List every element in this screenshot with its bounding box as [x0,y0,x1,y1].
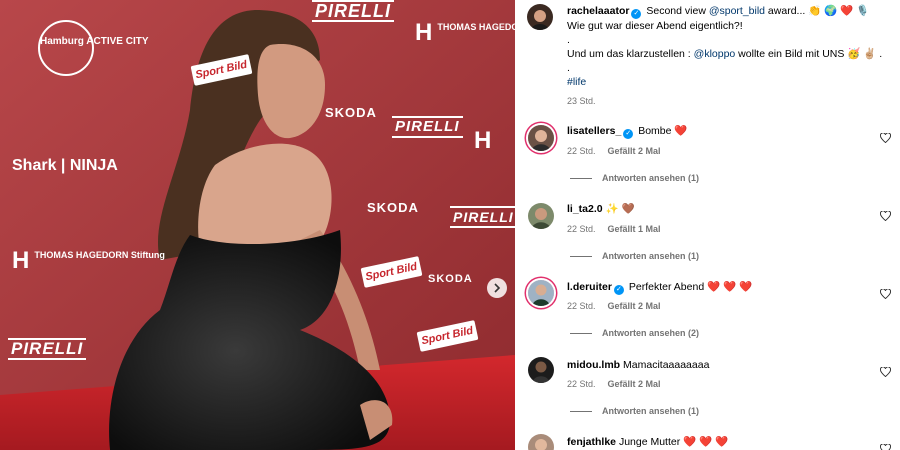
commenter-avatar[interactable] [528,357,554,383]
avatar-image [527,4,553,30]
commenter-avatar[interactable] [528,434,554,450]
post-photo[interactable]: Hamburg ACTIVE CITY PIRELLI HTHOMAS HAGE… [0,0,515,450]
hashtag-link[interactable]: #life [567,76,586,88]
skoda-logo: SKODA [428,273,473,285]
avatar-image [528,280,554,306]
next-image-button[interactable] [487,278,507,298]
view-replies-button[interactable]: Antworten ansehen (1) [570,173,699,183]
comment-text: fenjathlke Junge Mutter ❤️ ❤️ ❤️ [567,436,729,448]
comment-meta: 22 Std. Gefällt 2 Mal [567,301,661,311]
thomas-hagedorn-logo: H [474,127,492,154]
skoda-logo: SKODA [325,105,377,120]
comments-panel: rachelaaator ✓ Second view @sport_bild aw… [515,0,900,450]
comment-meta: 22 Std. Gefällt 2 Mal [567,379,661,389]
avatar-image [528,434,554,450]
commenter-avatar[interactable] [528,125,554,151]
comment-text: li_ta2.0 ✨ 🤎 [567,203,635,215]
comment-text: midou.lmb Mamacitaaaaaaaa [567,359,710,371]
pirelli-logo: PIRELLI [8,338,87,360]
comment-text: l.deruiter ✓ Perfekter Abend ❤️ ❤️ ❤️ [567,281,753,295]
heart-outline-icon [880,443,891,450]
mention-link[interactable]: @sport_bild [709,5,765,17]
like-comment-button[interactable] [880,286,892,300]
verified-badge-icon: ✓ [613,285,624,295]
heart-outline-icon [880,366,891,378]
heart-outline-icon [880,210,891,222]
like-comment-button[interactable] [880,441,892,450]
author-avatar[interactable] [527,4,553,30]
chevron-right-icon [494,283,501,293]
verified-badge-icon: ✓ [631,9,642,19]
commenter-avatar[interactable] [528,203,554,229]
pirelli-logo: PIRELLI [312,0,395,22]
caption-emojis: 🥳 ✌🏼 . [847,48,883,60]
pirelli-logo: PIRELLI [450,206,515,228]
avatar-image [528,357,554,383]
view-replies-button[interactable]: Antworten ansehen (1) [570,251,699,261]
skoda-logo: SKODA [367,200,419,215]
commenter-avatar[interactable] [528,280,554,306]
like-comment-button[interactable] [880,364,892,378]
post-time: 23 Std. [567,96,596,106]
pirelli-logo: PIRELLI [392,116,463,138]
avatar-image [528,203,554,229]
shark-ninja-logo: Shark | NINJA [12,157,118,174]
comment-meta: 22 Std. Gefällt 1 Mal [567,224,661,234]
heart-outline-icon [880,132,891,144]
like-comment-button[interactable] [880,130,892,144]
comment-meta: 22 Std. Gefällt 2 Mal [567,146,661,156]
verified-badge-icon: ✓ [623,129,634,139]
thomas-hagedorn-logo: HTHOMAS HAGEDORN Stiftung [12,247,165,274]
view-replies-button[interactable]: Antworten ansehen (2) [570,328,699,338]
view-replies-button[interactable]: Antworten ansehen (1) [570,406,699,416]
active-city-logo: Hamburg ACTIVE CITY [38,20,149,76]
mention-link[interactable]: @kloppo [694,48,736,60]
comment-text: lisatellers_ ✓ Bombe ❤️ [567,125,688,139]
caption-emojis: 👏 🌍 ❤️ 🎙️ [808,5,870,17]
post-caption: rachelaaator ✓ Second view @sport_bild aw… [567,5,883,88]
like-comment-button[interactable] [880,208,892,222]
avatar-image [528,125,554,151]
heart-outline-icon [880,288,891,300]
thomas-hagedorn-logo: HTHOMAS HAGEDORN Stiftung [415,19,515,46]
author-username[interactable]: rachelaaator [567,5,629,17]
